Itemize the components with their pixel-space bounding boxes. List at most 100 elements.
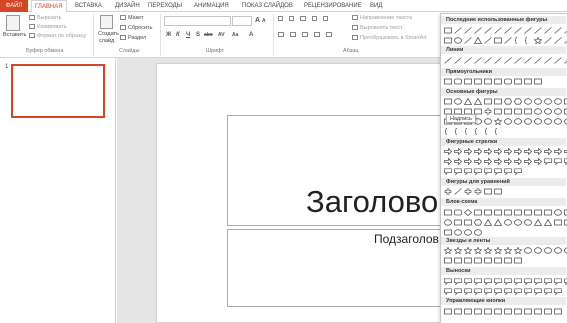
callout-shape-icon[interactable] bbox=[553, 287, 562, 295]
underline-button[interactable]: Ч bbox=[186, 32, 190, 38]
slide-title[interactable]: Заголово bbox=[306, 184, 438, 220]
plus-shape-icon[interactable] bbox=[463, 187, 472, 195]
shadow-button[interactable]: S bbox=[196, 32, 200, 38]
oval-shape-icon[interactable] bbox=[463, 228, 472, 236]
align-text-button[interactable]: Выровнять текст bbox=[352, 25, 403, 32]
callout-shape-icon[interactable] bbox=[553, 277, 562, 285]
oval-shape-icon[interactable] bbox=[553, 117, 562, 125]
rectangle-shape-icon[interactable] bbox=[513, 307, 522, 315]
slide-subtitle[interactable]: Подзаголов bbox=[374, 232, 439, 246]
arrow-shape-icon[interactable] bbox=[453, 147, 462, 155]
rectangle-shape-icon[interactable] bbox=[503, 256, 512, 264]
align-center-icon[interactable] bbox=[290, 32, 296, 37]
justify-icon[interactable] bbox=[314, 32, 320, 37]
plus-shape-icon[interactable] bbox=[473, 187, 482, 195]
callout-shape-icon[interactable] bbox=[553, 157, 562, 165]
line-shape-icon[interactable] bbox=[513, 56, 522, 64]
shrink-font-button[interactable]: A bbox=[262, 18, 266, 24]
oval-shape-icon[interactable] bbox=[443, 218, 452, 226]
arrow-shape-icon[interactable] bbox=[523, 157, 532, 165]
star-shape-icon[interactable] bbox=[463, 246, 472, 254]
oval-shape-icon[interactable] bbox=[553, 208, 562, 216]
oval-shape-icon[interactable] bbox=[543, 117, 552, 125]
arrow-shape-icon[interactable] bbox=[483, 157, 492, 165]
rectangle-shape-icon[interactable] bbox=[553, 307, 562, 315]
arrow-shape-icon[interactable] bbox=[513, 147, 522, 155]
new-slide-label-1[interactable]: Создать bbox=[98, 31, 119, 38]
rectangle-shape-icon[interactable] bbox=[503, 107, 512, 115]
callout-shape-icon[interactable] bbox=[483, 287, 492, 295]
triangle-shape-icon[interactable] bbox=[473, 36, 482, 44]
line-spacing-icon[interactable] bbox=[322, 16, 329, 21]
tab-review[interactable]: РЕЦЕНЗИРОВАНИЕ bbox=[304, 1, 362, 12]
italic-button[interactable]: К bbox=[176, 32, 180, 38]
arrow-shape-icon[interactable] bbox=[493, 147, 502, 155]
rectangle-shape-icon[interactable] bbox=[493, 208, 502, 216]
oval-shape-icon[interactable] bbox=[553, 107, 562, 115]
oval-shape-icon[interactable] bbox=[513, 117, 522, 125]
paste-icon[interactable] bbox=[6, 15, 20, 31]
line-shape-icon[interactable] bbox=[543, 26, 552, 34]
callout-shape-icon[interactable] bbox=[513, 167, 522, 175]
brace-shape-icon[interactable] bbox=[523, 36, 532, 44]
rectangle-shape-icon[interactable] bbox=[533, 307, 542, 315]
arrow-shape-icon[interactable] bbox=[443, 147, 452, 155]
arrow-shape-icon[interactable] bbox=[523, 147, 532, 155]
oval-shape-icon[interactable] bbox=[533, 107, 542, 115]
line-shape-icon[interactable] bbox=[493, 26, 502, 34]
rectangle-shape-icon[interactable] bbox=[503, 208, 512, 216]
callout-shape-icon[interactable] bbox=[463, 277, 472, 285]
callout-shape-icon[interactable] bbox=[513, 277, 522, 285]
oval-shape-icon[interactable] bbox=[533, 117, 542, 125]
new-slide-icon[interactable] bbox=[100, 15, 113, 29]
callout-shape-icon[interactable] bbox=[503, 167, 512, 175]
rectangle-shape-icon[interactable] bbox=[493, 187, 502, 195]
rectangle-shape-icon[interactable] bbox=[543, 307, 552, 315]
font-name-select[interactable] bbox=[164, 16, 231, 26]
rectangle-shape-icon[interactable] bbox=[453, 256, 462, 264]
font-size-select[interactable] bbox=[232, 16, 252, 26]
callout-shape-icon[interactable] bbox=[473, 167, 482, 175]
rectangle-shape-icon[interactable] bbox=[523, 307, 532, 315]
star-shape-icon[interactable] bbox=[533, 36, 542, 44]
callout-shape-icon[interactable] bbox=[463, 287, 472, 295]
rectangle-shape-icon[interactable] bbox=[463, 77, 472, 85]
callout-shape-icon[interactable] bbox=[483, 167, 492, 175]
triangle-shape-icon[interactable] bbox=[483, 218, 492, 226]
tab-slideshow[interactable]: ПОКАЗ СЛАЙДОВ bbox=[242, 1, 293, 12]
section-button[interactable]: Раздел bbox=[120, 35, 146, 42]
rectangle-shape-icon[interactable] bbox=[493, 77, 502, 85]
oval-shape-icon[interactable] bbox=[453, 228, 462, 236]
callout-shape-icon[interactable] bbox=[453, 277, 462, 285]
line-shape-icon[interactable] bbox=[493, 56, 502, 64]
oval-shape-icon[interactable] bbox=[453, 97, 462, 105]
callout-shape-icon[interactable] bbox=[443, 277, 452, 285]
triangle-shape-icon[interactable] bbox=[533, 218, 542, 226]
rounded-rectangle-shape-icon[interactable] bbox=[453, 77, 462, 85]
star-shape-icon[interactable] bbox=[473, 246, 482, 254]
arrow-shape-icon[interactable] bbox=[443, 157, 452, 165]
arrow-shape-icon[interactable] bbox=[513, 157, 522, 165]
rectangle-shape-icon[interactable] bbox=[473, 307, 482, 315]
line-shape-icon[interactable] bbox=[453, 187, 462, 195]
line-shape-icon[interactable] bbox=[533, 56, 542, 64]
arrow-shape-icon[interactable] bbox=[463, 157, 472, 165]
rectangle-shape-icon[interactable] bbox=[513, 77, 522, 85]
strikethrough-button[interactable]: abc bbox=[204, 32, 213, 38]
rectangle-shape-icon[interactable] bbox=[443, 208, 452, 216]
rectangle-shape-icon[interactable] bbox=[463, 256, 472, 264]
rectangle-shape-icon[interactable] bbox=[443, 36, 452, 44]
callout-shape-icon[interactable] bbox=[503, 287, 512, 295]
line-shape-icon[interactable] bbox=[523, 26, 532, 34]
rounded-rectangle-shape-icon[interactable] bbox=[453, 208, 462, 216]
rectangle-shape-icon[interactable] bbox=[563, 107, 567, 115]
callout-shape-icon[interactable] bbox=[543, 277, 552, 285]
rectangle-shape-icon[interactable] bbox=[523, 107, 532, 115]
rectangle-shape-icon[interactable] bbox=[483, 97, 492, 105]
rectangle-shape-icon[interactable] bbox=[513, 208, 522, 216]
hexagon-shape-icon[interactable] bbox=[503, 97, 512, 105]
rectangle-shape-icon[interactable] bbox=[513, 107, 522, 115]
line-shape-icon[interactable] bbox=[463, 56, 472, 64]
line-shape-icon[interactable] bbox=[523, 56, 532, 64]
cut-button[interactable]: Вырезать bbox=[29, 15, 61, 22]
